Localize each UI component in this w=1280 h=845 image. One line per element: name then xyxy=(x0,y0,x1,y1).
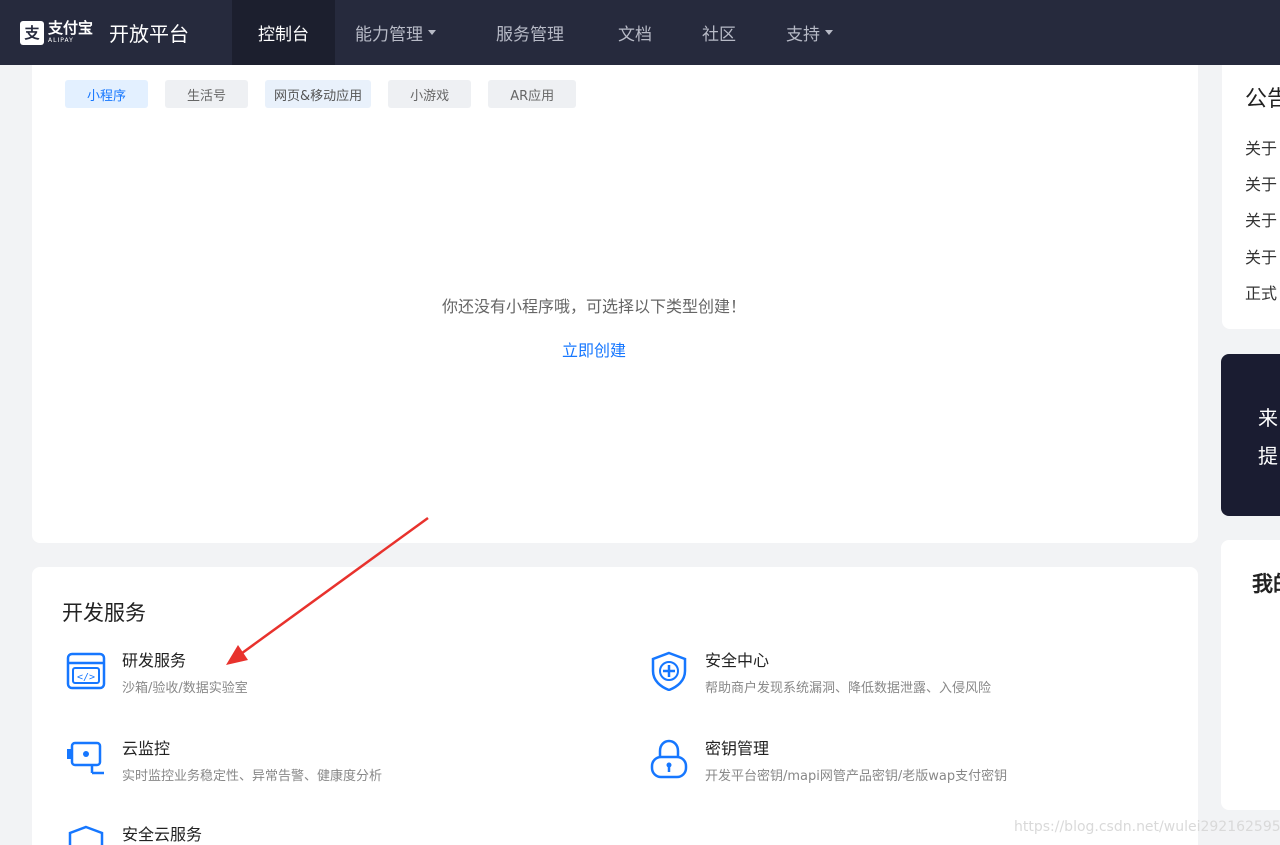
watermark: https://blog.csdn.net/wulei2921625957 xyxy=(1014,819,1280,835)
dev-services-card: 开发服务 </> 研发服务 沙箱/验收/数据实验室 安全中心 帮助商户发现系统漏… xyxy=(32,567,1198,845)
empty-state-message: 你还没有小程序哦，可选择以下类型创建！ xyxy=(441,297,746,316)
notice-item[interactable]: 关于 xyxy=(1245,244,1277,268)
app-type-tabs: 小程序 生活号 网页&移动应用 小游戏 AR应用 xyxy=(65,80,593,108)
service-name: 安全中心 xyxy=(705,651,770,670)
nav-service-management[interactable]: 服务管理 xyxy=(456,0,584,65)
service-name: 云监控 xyxy=(122,739,171,758)
notice-title: 公告 xyxy=(1245,87,1280,112)
create-now-link[interactable]: 立即创建 xyxy=(32,337,1156,361)
service-key-management[interactable]: 密钥管理 开发平台密钥/mapi网管产品密钥/老版wap支付密钥 xyxy=(649,739,1007,784)
notice-panel: 公告 关于 关于 关于 关于 正式 xyxy=(1222,65,1280,329)
nav-support[interactable]: 支持 xyxy=(756,0,853,65)
tab-web-mobile-app[interactable]: 网页&移动应用 xyxy=(265,80,372,108)
logo[interactable]: 支 支付宝 ALIPAY 开放平台 xyxy=(0,0,232,65)
notice-item[interactable]: 关于 xyxy=(1245,171,1277,195)
nav-console[interactable]: 控制台 xyxy=(232,0,335,65)
service-security-cloud[interactable]: 安全云服务 xyxy=(66,825,202,845)
promo-banner[interactable]: 来 提 xyxy=(1221,354,1280,516)
service-desc: 帮助商户发现系统漏洞、降低数据泄露、入侵风险 xyxy=(705,681,992,696)
nav-capability-management[interactable]: 能力管理 xyxy=(335,0,456,65)
tab-mini-game[interactable]: 小游戏 xyxy=(388,80,472,108)
dev-services-title: 开发服务 xyxy=(62,601,146,625)
mini-program-card: 小程序 生活号 网页&移动应用 小游戏 AR应用 你还没有小程序哦，可选择以下类… xyxy=(32,65,1198,543)
platform-title: 开放平台 xyxy=(109,22,190,46)
chevron-down-icon xyxy=(428,30,436,35)
tab-life-account[interactable]: 生活号 xyxy=(165,80,249,108)
service-desc: 实时监控业务稳定性、异常告警、健康度分析 xyxy=(122,769,383,784)
notice-item[interactable]: 关于 xyxy=(1245,135,1277,159)
shield-cloud-icon xyxy=(68,825,104,845)
lock-icon xyxy=(650,739,688,779)
logo-cn-text: 支付宝 xyxy=(48,19,94,37)
tab-mini-program[interactable]: 小程序 xyxy=(65,80,149,108)
service-desc: 沙箱/验收/数据实验室 xyxy=(122,681,248,696)
service-security-center[interactable]: 安全中心 帮助商户发现系统漏洞、降低数据泄露、入侵风险 xyxy=(649,651,991,696)
top-navigation: 支 支付宝 ALIPAY 开放平台 控制台 能力管理 服务管理 文档 社区 支持 xyxy=(0,0,1280,65)
code-window-icon: </> xyxy=(66,652,106,690)
notice-item[interactable]: 关于 xyxy=(1245,207,1277,231)
service-name: 密钥管理 xyxy=(705,739,770,758)
service-rd[interactable]: </> 研发服务 沙箱/验收/数据实验室 xyxy=(66,651,248,696)
service-name: 研发服务 xyxy=(122,651,187,670)
promo-line: 提 xyxy=(1258,444,1278,468)
logo-en-text: ALIPAY xyxy=(48,37,74,44)
shield-plus-icon xyxy=(651,651,687,691)
alipay-logo-icon: 支 xyxy=(20,20,44,45)
notice-item[interactable]: 正式 xyxy=(1245,280,1277,304)
monitor-camera-icon xyxy=(67,741,104,775)
nav-docs[interactable]: 文档 xyxy=(584,0,672,65)
my-panel: 我的 xyxy=(1221,540,1280,810)
service-desc: 开发平台密钥/mapi网管产品密钥/老版wap支付密钥 xyxy=(705,769,1008,784)
tab-ar-app[interactable]: AR应用 xyxy=(488,80,577,108)
nav-community[interactable]: 社区 xyxy=(672,0,756,65)
chevron-down-icon xyxy=(825,30,833,35)
service-cloud-monitor[interactable]: 云监控 实时监控业务稳定性、异常告警、健康度分析 xyxy=(66,739,382,784)
service-name: 安全云服务 xyxy=(122,825,203,844)
promo-line: 来 xyxy=(1258,406,1278,430)
svg-text:</>: </> xyxy=(77,672,95,683)
my-panel-title: 我的 xyxy=(1252,572,1280,596)
